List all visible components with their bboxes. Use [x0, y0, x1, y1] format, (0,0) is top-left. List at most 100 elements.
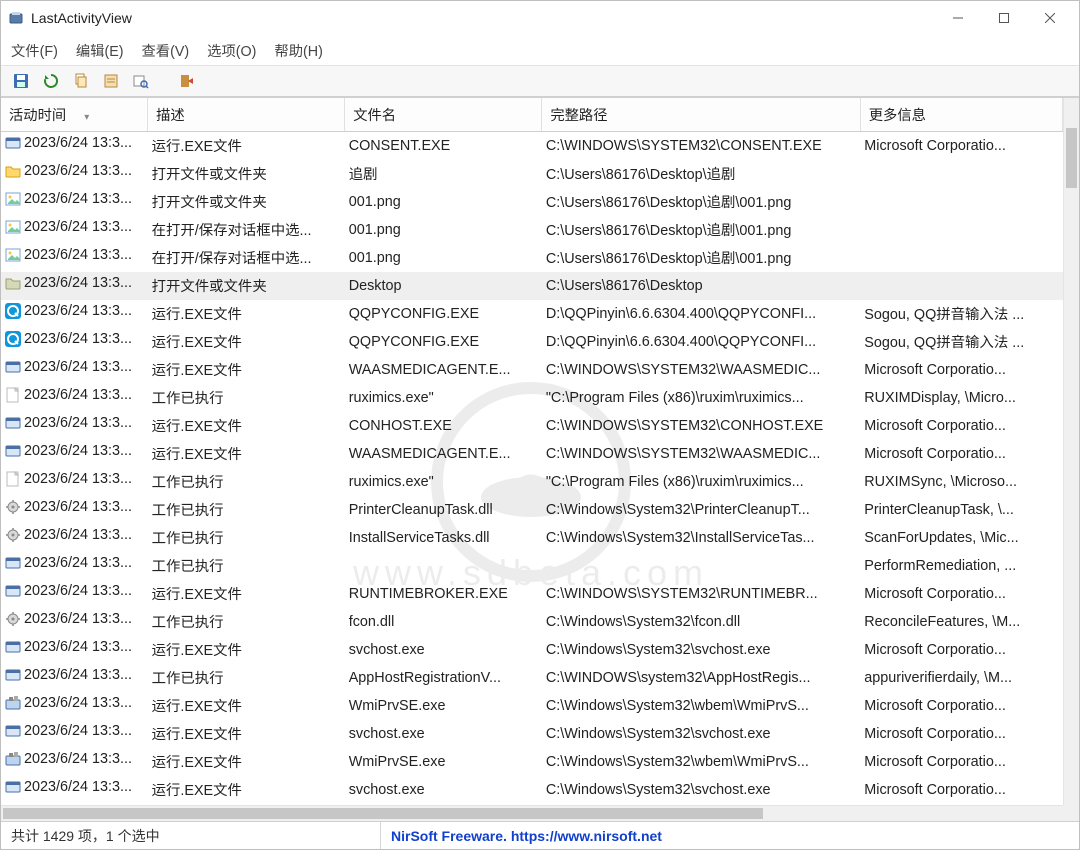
- cell-desc: 运行.EXE文件: [148, 748, 345, 776]
- table-row[interactable]: 2023/6/24 13:3...运行.EXE文件CONSENT.EXEC:\W…: [1, 132, 1063, 160]
- cell-file: RUNTIMEBROKER.EXE: [345, 580, 542, 608]
- refresh-icon[interactable]: [39, 69, 63, 93]
- cell-desc: 在打开/保存对话框中选...: [148, 216, 345, 244]
- cell-desc: 运行.EXE文件: [148, 720, 345, 748]
- menu-view[interactable]: 查看(V): [142, 40, 190, 61]
- table-row[interactable]: 2023/6/24 13:3...工作已执行InstallServiceTask…: [1, 524, 1063, 552]
- cell-path: C:\Windows\System32\InstallServiceTas...: [542, 524, 860, 552]
- table-row[interactable]: 2023/6/24 13:3...工作已执行PerformRemediation…: [1, 552, 1063, 580]
- cell-file: AppHostRegistrationV...: [345, 664, 542, 692]
- cell-more: Sogou, QQ拼音输入法 ...: [860, 328, 1062, 356]
- cell-more: [860, 216, 1062, 244]
- cell-more: ScanForUpdates, \Mic...: [860, 524, 1062, 552]
- cell-path: [542, 552, 860, 580]
- table-row[interactable]: 2023/6/24 13:3...打开文件或文件夹DesktopC:\Users…: [1, 272, 1063, 300]
- img-icon: [5, 191, 21, 207]
- cell-time: 2023/6/24 13:3...: [24, 611, 132, 627]
- cell-desc: 运行.EXE文件: [148, 412, 345, 440]
- menu-options[interactable]: 选项(O): [207, 40, 256, 61]
- cell-desc: 打开文件或文件夹: [148, 272, 345, 300]
- cell-path: C:\Windows\System32\wbem\WmiPrvS...: [542, 692, 860, 720]
- table-row[interactable]: 2023/6/24 13:3...工作已执行fcon.dllC:\Windows…: [1, 608, 1063, 636]
- cell-more: [860, 188, 1062, 216]
- cell-more: RUXIMSync, \Microso...: [860, 468, 1062, 496]
- menubar: 文件(F) 编辑(E) 查看(V) 选项(O) 帮助(H): [1, 35, 1079, 65]
- qq-icon: [5, 303, 21, 319]
- cell-desc: 运行.EXE文件: [148, 356, 345, 384]
- cell-file: svchost.exe: [345, 776, 542, 804]
- table-row[interactable]: 2023/6/24 13:3...运行.EXE文件WAASMEDICAGENT.…: [1, 440, 1063, 468]
- cell-desc: 运行.EXE文件: [148, 440, 345, 468]
- cell-more: Microsoft Corporatio...: [860, 692, 1062, 720]
- col-desc[interactable]: 描述: [148, 98, 345, 132]
- table-row[interactable]: 2023/6/24 13:3...打开文件或文件夹001.pngC:\Users…: [1, 188, 1063, 216]
- table-row[interactable]: 2023/6/24 13:3...工作已执行ruximics.exe""C:\P…: [1, 468, 1063, 496]
- table-row[interactable]: 2023/6/24 13:3...运行.EXE文件WmiPrvSE.exeC:\…: [1, 692, 1063, 720]
- table-row[interactable]: 2023/6/24 13:3...工作已执行PrinterCleanupTask…: [1, 496, 1063, 524]
- status-freeware[interactable]: NirSoft Freeware. https://www.nirsoft.ne…: [381, 822, 1079, 849]
- table-row[interactable]: 2023/6/24 13:3...运行.EXE文件svchost.exeC:\W…: [1, 776, 1063, 804]
- exe-icon: [5, 723, 21, 739]
- cell-time: 2023/6/24 13:3...: [24, 471, 132, 487]
- activity-table[interactable]: 活动时间▾ 描述 文件名 完整路径 更多信息 2023/6/24 13:3...…: [1, 98, 1063, 804]
- save-icon[interactable]: [9, 69, 33, 93]
- exe-icon: [5, 583, 21, 599]
- hscroll-thumb[interactable]: [3, 808, 763, 819]
- table-header-row[interactable]: 活动时间▾ 描述 文件名 完整路径 更多信息: [1, 98, 1063, 132]
- menu-edit[interactable]: 编辑(E): [76, 40, 124, 61]
- cell-time: 2023/6/24 13:3...: [24, 779, 132, 795]
- table-row[interactable]: 2023/6/24 13:3...运行.EXE文件WAASMEDICAGENT.…: [1, 356, 1063, 384]
- cell-more: Microsoft Corporatio...: [860, 776, 1062, 804]
- table-row[interactable]: 2023/6/24 13:3...运行.EXE文件CONHOST.EXEC:\W…: [1, 412, 1063, 440]
- cell-path: C:\Users\86176\Desktop\追剧\001.png: [542, 188, 860, 216]
- cell-file: ruximics.exe": [345, 468, 542, 496]
- cell-time: 2023/6/24 13:3...: [24, 499, 132, 515]
- vscroll-thumb[interactable]: [1066, 128, 1077, 188]
- maximize-button[interactable]: [981, 3, 1027, 33]
- table-row[interactable]: 2023/6/24 13:3...运行.EXE文件WmiPrvSE.exeC:\…: [1, 748, 1063, 776]
- cell-file: 001.png: [345, 244, 542, 272]
- table-row[interactable]: 2023/6/24 13:3...在打开/保存对话框中选...001.pngC:…: [1, 216, 1063, 244]
- cell-more: Microsoft Corporatio...: [860, 720, 1062, 748]
- status-count: 共计 1429 项，1 个选中: [1, 822, 381, 849]
- col-path[interactable]: 完整路径: [542, 98, 860, 132]
- col-time[interactable]: 活动时间▾: [1, 98, 148, 132]
- table-row[interactable]: 2023/6/24 13:3...运行.EXE文件RUNTIMEBROKER.E…: [1, 580, 1063, 608]
- col-file[interactable]: 文件名: [345, 98, 542, 132]
- table-row[interactable]: 2023/6/24 13:3...运行.EXE文件QQPYCONFIG.EXED…: [1, 300, 1063, 328]
- horizontal-scrollbar[interactable]: [1, 805, 1063, 821]
- table-row[interactable]: 2023/6/24 13:3...工作已执行ruximics.exe""C:\P…: [1, 384, 1063, 412]
- cell-time: 2023/6/24 13:3...: [24, 527, 132, 543]
- table-row[interactable]: 2023/6/24 13:3...运行.EXE文件QQPYCONFIG.EXED…: [1, 328, 1063, 356]
- close-button[interactable]: [1027, 3, 1073, 33]
- table-row[interactable]: 2023/6/24 13:3...在打开/保存对话框中选...001.pngC:…: [1, 244, 1063, 272]
- table-row[interactable]: 2023/6/24 13:3...工作已执行AppHostRegistratio…: [1, 664, 1063, 692]
- minimize-button[interactable]: [935, 3, 981, 33]
- cell-path: "C:\Program Files (x86)\ruxim\ruximics..…: [542, 384, 860, 412]
- toolbar: [1, 65, 1079, 97]
- cell-more: Microsoft Corporatio...: [860, 636, 1062, 664]
- vertical-scrollbar[interactable]: [1063, 98, 1079, 805]
- cell-time: 2023/6/24 13:3...: [24, 219, 132, 235]
- cell-more: PerformRemediation, ...: [860, 552, 1062, 580]
- gear-icon: [5, 499, 21, 515]
- cell-time: 2023/6/24 13:3...: [24, 359, 132, 375]
- copy-icon[interactable]: [69, 69, 93, 93]
- table-row[interactable]: 2023/6/24 13:3...运行.EXE文件svchost.exeC:\W…: [1, 636, 1063, 664]
- cell-path: C:\Users\86176\Desktop: [542, 272, 860, 300]
- table-row[interactable]: 2023/6/24 13:3...打开文件或文件夹追剧C:\Users\8617…: [1, 160, 1063, 188]
- titlebar[interactable]: LastActivityView: [1, 1, 1079, 35]
- cell-time: 2023/6/24 13:3...: [24, 247, 132, 263]
- exe-icon: [5, 667, 21, 683]
- col-more[interactable]: 更多信息: [860, 98, 1062, 132]
- cell-desc: 工作已执行: [148, 496, 345, 524]
- find-icon[interactable]: [129, 69, 153, 93]
- cell-file: WmiPrvSE.exe: [345, 692, 542, 720]
- cell-path: C:\WINDOWS\system32\AppHostRegis...: [542, 664, 860, 692]
- menu-file[interactable]: 文件(F): [11, 40, 58, 61]
- table-row[interactable]: 2023/6/24 13:3...运行.EXE文件svchost.exeC:\W…: [1, 720, 1063, 748]
- exit-icon[interactable]: [175, 69, 199, 93]
- properties-icon[interactable]: [99, 69, 123, 93]
- cell-more: [860, 272, 1062, 300]
- menu-help[interactable]: 帮助(H): [274, 40, 322, 61]
